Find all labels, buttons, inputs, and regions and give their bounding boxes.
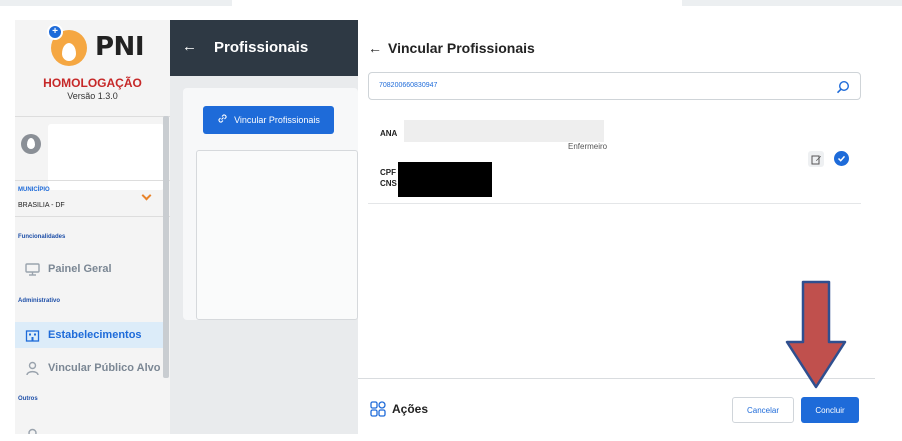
person-icon: [25, 361, 40, 375]
content-area: [196, 150, 358, 320]
municipio-label: MUNICÍPIO: [18, 187, 50, 193]
panel-title: ← Vincular Profissionais: [368, 40, 535, 56]
back-arrow-icon[interactable]: ←: [368, 40, 382, 56]
sidebar-scrollbar[interactable]: [163, 116, 169, 378]
user-avatar-icon: [21, 134, 41, 154]
vincular-profissionais-button[interactable]: Vincular Profissionais: [203, 106, 334, 134]
divider: [15, 216, 170, 217]
plus-badge-icon: +: [47, 24, 63, 40]
document-redacted: [398, 162, 492, 197]
panel-title-text: Vincular Profissionais: [388, 40, 535, 56]
name-redacted: [404, 120, 604, 142]
search-icon[interactable]: [836, 80, 850, 94]
sidebar-item-label: Painel Geral: [48, 263, 112, 275]
annotation-arrow-icon: [785, 280, 847, 389]
app-logo: + PNI: [47, 24, 163, 70]
screen: + PNI HOMOLOGAÇÃO Versão 1.3.0 MUNICÍPIO…: [0, 0, 902, 441]
page-body: Vincular Profissionais: [170, 76, 358, 434]
environment-label: HOMOLOGAÇÃO: [43, 76, 142, 90]
professional-result-row[interactable]: ANA Enfermeiro CPF CNS: [368, 112, 861, 204]
professional-role: Enfermeiro: [568, 142, 608, 151]
sidebar-item-estabelecimentos[interactable]: Estabelecimentos: [15, 322, 165, 348]
sidebar-item-label: Vincular Público Alvo: [48, 362, 161, 374]
sidebar-item-cut-off[interactable]: [15, 420, 165, 434]
sidebar-item-painel-geral[interactable]: Painel Geral: [15, 256, 165, 282]
version-label: Versão 1.3.0: [67, 91, 118, 101]
section-label-funcionalidades: Funcionalidades: [18, 234, 66, 240]
link-icon: [217, 113, 228, 127]
edit-icon[interactable]: [808, 151, 824, 167]
vincular-button-label: Vincular Profissionais: [234, 115, 320, 125]
cns-label: CNS: [380, 179, 397, 188]
divider: [15, 180, 170, 181]
sidebar-item-vincular-publico-alvo[interactable]: Vincular Público Alvo: [15, 355, 165, 381]
content-card: Vincular Profissionais: [183, 88, 358, 320]
divider: [15, 116, 170, 117]
page-title: Profissionais: [214, 39, 309, 56]
top-bar-left: [0, 0, 232, 6]
logo-text: PNI: [95, 32, 145, 62]
municipio-value[interactable]: BRASILIA - DF: [18, 202, 65, 209]
chevron-down-icon[interactable]: [141, 190, 152, 201]
monitor-icon: [25, 262, 40, 276]
back-arrow-icon[interactable]: ←: [182, 38, 197, 55]
professional-name: ANA: [380, 129, 398, 138]
cpf-label: CPF: [380, 168, 396, 177]
section-label-outros: Outros: [18, 396, 38, 402]
section-label-administrativo: Administrativo: [18, 298, 61, 304]
grid-icon: [370, 401, 386, 417]
building-icon: [25, 329, 40, 342]
pin-icon: [25, 427, 40, 434]
page-header: ← Profissionais: [170, 20, 358, 76]
sidebar-item-label: Estabelecimentos: [48, 329, 142, 341]
top-bar-right: [682, 0, 902, 6]
check-icon[interactable]: [834, 151, 849, 166]
actions-label: Ações: [392, 402, 429, 416]
sidebar: + PNI HOMOLOGAÇÃO Versão 1.3.0 MUNICÍPIO…: [15, 20, 170, 434]
cancel-button[interactable]: Cancelar: [732, 397, 794, 423]
search-input[interactable]: 708200660830947: [368, 72, 861, 100]
concluir-button[interactable]: Concluir: [801, 397, 859, 423]
search-value: 708200660830947: [379, 82, 438, 89]
